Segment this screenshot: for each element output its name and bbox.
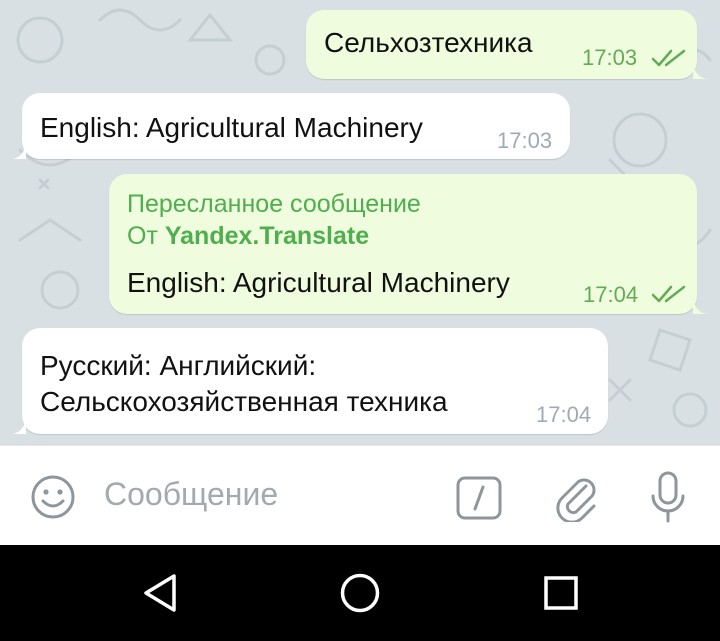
outgoing-message[interactable]: Сельхозтехника 17:03 [306, 10, 707, 79]
bubble-tail [693, 298, 707, 314]
chat-area[interactable]: Сельхозтехника 17:03 English: Agricultur… [0, 0, 720, 445]
recents-square-icon[interactable] [543, 575, 579, 611]
bot-command-icon[interactable] [456, 476, 502, 520]
bubble-tail [12, 143, 26, 159]
back-triangle-icon[interactable] [140, 572, 180, 614]
message-composer: Сообщение [0, 445, 720, 545]
message-time: 17:04 [536, 402, 592, 427]
message-text: Сельхозтехника [324, 27, 533, 58]
message-time: 17:03 [497, 128, 553, 153]
message-text: English: Agricultural Machinery [40, 112, 423, 143]
forwarded-message[interactable]: Пересланное сообщение От Yandex.Translat… [109, 174, 707, 314]
bubble-tail [12, 418, 26, 434]
forwarded-from-prefix: От [127, 222, 158, 250]
incoming-message[interactable]: English: Agricultural Machinery 17:03 [12, 93, 570, 159]
message-text: English: Agricultural Machinery [127, 267, 510, 298]
message-time: 17:03 [582, 45, 638, 70]
bubble-tail [693, 63, 707, 79]
message-input[interactable]: Сообщение [104, 476, 278, 513]
double-check-icon [651, 49, 686, 67]
double-check-icon [651, 285, 686, 303]
microphone-icon[interactable] [648, 470, 688, 524]
message-text-line: Русский: Английский: [40, 350, 317, 381]
forwarded-header: Пересланное сообщение [127, 190, 421, 218]
forwarded-from-name[interactable]: Yandex.Translate [165, 222, 369, 250]
home-circle-icon[interactable] [339, 572, 381, 614]
system-navigation-bar [0, 545, 720, 641]
paperclip-icon[interactable] [552, 472, 600, 522]
forwarded-from[interactable]: От Yandex.Translate [127, 222, 369, 251]
incoming-message[interactable]: Русский: Английский: Сельскохозяйственна… [12, 328, 608, 434]
message-text-line: Сельскохозяйственная техника [40, 386, 448, 417]
emoji-icon[interactable] [30, 474, 76, 520]
message-time: 17:04 [583, 282, 639, 307]
